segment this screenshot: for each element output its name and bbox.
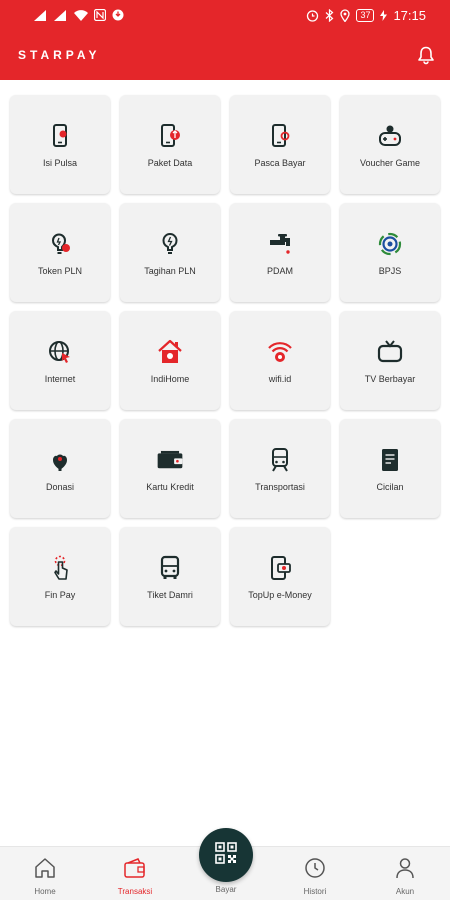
service-label: wifi.id [268, 374, 292, 384]
nav-histori[interactable]: Histori [280, 857, 350, 896]
service-topup-emoney[interactable]: TopUp e-Money [230, 527, 330, 626]
service-kartu-kredit[interactable]: Kartu Kredit [120, 419, 220, 518]
location-icon [340, 8, 351, 22]
bell-icon[interactable] [416, 45, 436, 65]
wifi-icon [266, 338, 294, 366]
phone-postpaid-icon [266, 122, 294, 150]
phone-icon [46, 122, 74, 150]
clock-nav-icon [303, 857, 327, 884]
service-label: Tagihan PLN [144, 266, 196, 276]
signal-icon [34, 9, 48, 21]
service-label: Pasca Bayar [254, 158, 306, 168]
app-bar: STARPAY [0, 30, 450, 80]
service-isi-pulsa[interactable]: Isi Pulsa [10, 95, 110, 194]
service-label: Paket Data [147, 158, 193, 168]
service-label: TopUp e-Money [248, 590, 312, 600]
pay-button-label: Bayar [215, 885, 237, 894]
service-label: TV Berbayar [364, 374, 416, 384]
nav-transaksi-label: Transaksi [117, 887, 153, 896]
service-label: Token PLN [37, 266, 83, 276]
wallet-icon [156, 446, 184, 474]
service-tagihan-pln[interactable]: Tagihan PLN [120, 203, 220, 302]
notification-icon [112, 9, 124, 21]
signal-icon [54, 9, 68, 21]
nav-home-label: Home [34, 887, 56, 896]
service-label: Kartu Kredit [146, 482, 194, 492]
service-transportasi[interactable]: Transportasi [230, 419, 330, 518]
tv-icon [376, 338, 404, 366]
nfc-icon [94, 9, 106, 21]
service-token-pln[interactable]: Token PLN [10, 203, 110, 302]
donation-icon [46, 446, 74, 474]
service-paket-data[interactable]: Paket Data [120, 95, 220, 194]
globe-icon [46, 338, 74, 366]
wifi-status-icon [74, 9, 88, 21]
service-fin-pay[interactable]: Fin Pay [10, 527, 110, 626]
service-label: Voucher Game [359, 158, 421, 168]
service-pdam[interactable]: PDAM [230, 203, 330, 302]
service-label: IndiHome [150, 374, 190, 384]
nav-transaksi[interactable]: Transaksi [100, 857, 170, 896]
home-nav-icon [33, 857, 57, 884]
status-bar: 37 17:15 [0, 0, 450, 30]
service-pasca-bayar[interactable]: Pasca Bayar [230, 95, 330, 194]
clock: 17:15 [393, 7, 426, 23]
alarm-icon [306, 9, 319, 22]
nav-histori-label: Histori [303, 887, 327, 896]
service-label: Donasi [45, 482, 74, 492]
charging-icon [380, 9, 388, 21]
service-label: PDAM [266, 266, 293, 276]
service-voucher-game[interactable]: Voucher Game [340, 95, 440, 194]
service-grid: Isi Pulsa Paket Data Pasca Bayar Voucher… [10, 95, 442, 626]
service-label: Transportasi [255, 482, 305, 492]
service-internet[interactable]: Internet [10, 311, 110, 410]
bus-icon [156, 554, 184, 582]
service-label: Internet [44, 374, 76, 384]
emoney-icon [266, 554, 294, 582]
service-tiket-damri[interactable]: Tiket Damri [120, 527, 220, 626]
wallet-nav-icon [123, 857, 147, 884]
pay-button[interactable] [199, 828, 253, 882]
nav-akun[interactable]: Akun [370, 857, 440, 896]
nav-akun-label: Akun [395, 887, 415, 896]
qr-code-icon [214, 841, 238, 870]
train-icon [266, 446, 294, 474]
game-controller-icon [376, 122, 404, 150]
touch-icon [46, 554, 74, 582]
bpjs-icon [376, 230, 404, 258]
phone-data-icon [156, 122, 184, 150]
service-donasi[interactable]: Donasi [10, 419, 110, 518]
service-label: Cicilan [376, 482, 404, 492]
service-tv-berbayar[interactable]: TV Berbayar [340, 311, 440, 410]
brand-logo-text: STARPAY [18, 48, 101, 62]
service-bpjs[interactable]: BPJS [340, 203, 440, 302]
bulb-bill-icon [156, 230, 184, 258]
service-label: Tiket Damri [147, 590, 193, 600]
user-nav-icon [393, 857, 417, 884]
service-label: Isi Pulsa [42, 158, 77, 168]
service-label: Fin Pay [44, 590, 76, 600]
service-cicilan[interactable]: Cicilan [340, 419, 440, 518]
faucet-icon [266, 230, 294, 258]
home-icon [156, 338, 184, 366]
bulb-icon [46, 230, 74, 258]
document-icon [376, 446, 404, 474]
service-wifi-id[interactable]: wifi.id [230, 311, 330, 410]
service-indihome[interactable]: IndiHome [120, 311, 220, 410]
nav-home[interactable]: Home [10, 857, 80, 896]
service-label: BPJS [378, 266, 402, 276]
bluetooth-icon [325, 8, 334, 22]
battery-indicator: 37 [356, 8, 375, 22]
